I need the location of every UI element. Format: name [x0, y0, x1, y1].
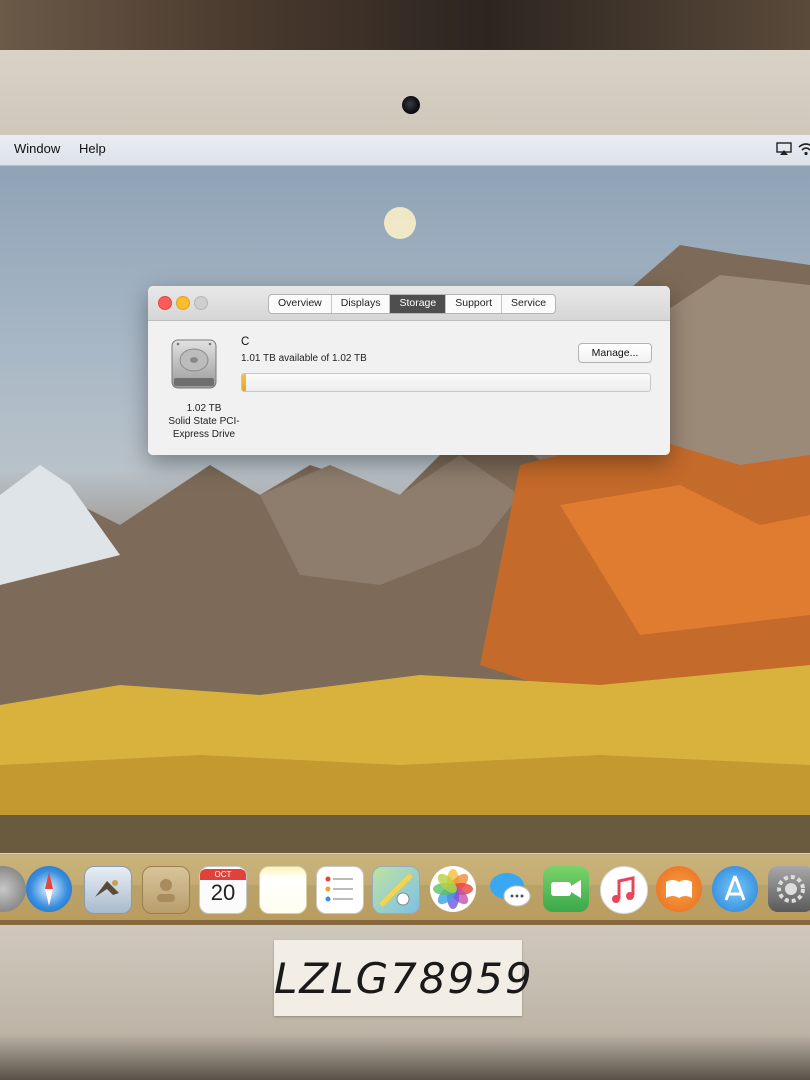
serial-sticker: LZLG78959	[274, 940, 534, 1016]
contacts-icon[interactable]	[142, 866, 190, 914]
tab-storage[interactable]: Storage	[390, 295, 447, 313]
close-button[interactable]	[158, 296, 172, 310]
ibooks-icon[interactable]	[656, 866, 702, 912]
wifi-icon[interactable]	[798, 142, 810, 156]
tab-service[interactable]: Service	[502, 295, 555, 313]
disk-size: 1.02 TB	[186, 403, 222, 414]
dock: OCT 20	[0, 853, 810, 920]
mail-icon[interactable]	[84, 866, 132, 914]
manage-button[interactable]: Manage...	[578, 343, 652, 363]
screen: Window Help Overview Displays Storage Su…	[0, 135, 810, 930]
disk-caption: 1.02 TB Solid State PCI- Express Drive	[148, 402, 260, 441]
calendar-icon[interactable]: OCT 20	[199, 866, 247, 914]
tab-bar: Overview Displays Storage Support Servic…	[268, 294, 557, 314]
storage-usage-fill	[242, 374, 247, 391]
minimize-button[interactable]	[176, 296, 190, 310]
serial-sticker-text: LZLG78959	[274, 954, 534, 1003]
tab-support[interactable]: Support	[446, 295, 503, 313]
disk-type-line2: Express Drive	[172, 429, 236, 440]
messages-icon[interactable]	[487, 866, 533, 912]
maps-icon[interactable]	[372, 866, 420, 914]
laptop-bezel-top	[0, 50, 810, 135]
about-this-mac-window: Overview Displays Storage Support Servic…	[148, 286, 670, 455]
disk-type-line1: Solid State PCI-	[168, 416, 240, 427]
mountain-illustration	[0, 207, 810, 885]
notes-icon[interactable]	[259, 866, 307, 914]
app-store-icon[interactable]	[712, 866, 758, 912]
menu-window[interactable]: Window	[14, 141, 60, 156]
menu-help[interactable]: Help	[79, 141, 106, 156]
photos-icon[interactable]	[430, 866, 476, 912]
safari-icon[interactable]	[26, 866, 72, 912]
system-preferences-icon[interactable]	[768, 866, 810, 912]
hard-drive-icon	[171, 339, 217, 389]
tab-displays[interactable]: Displays	[332, 295, 391, 313]
facetime-icon[interactable]	[543, 866, 589, 912]
calendar-month: OCT	[200, 869, 246, 880]
calendar-day: 20	[210, 880, 236, 905]
zoom-button[interactable]	[194, 296, 208, 310]
launchpad-icon[interactable]	[0, 866, 26, 912]
storage-panel: 1.02 TB Solid State PCI- Express Drive C…	[148, 321, 670, 455]
itunes-icon[interactable]	[600, 866, 648, 914]
reminders-icon[interactable]	[316, 866, 364, 914]
volume-name: C	[241, 336, 250, 348]
tab-overview[interactable]: Overview	[269, 295, 332, 313]
airplay-icon[interactable]	[776, 142, 792, 156]
room-background	[0, 0, 810, 50]
desktop-wallpaper	[0, 165, 810, 930]
webcam-icon	[402, 96, 420, 114]
storage-usage-bar	[241, 373, 651, 392]
menu-bar: Window Help	[0, 135, 810, 166]
window-titlebar[interactable]: Overview Displays Storage Support Servic…	[148, 286, 670, 321]
volume-available: 1.01 TB available of 1.02 TB	[241, 353, 367, 364]
